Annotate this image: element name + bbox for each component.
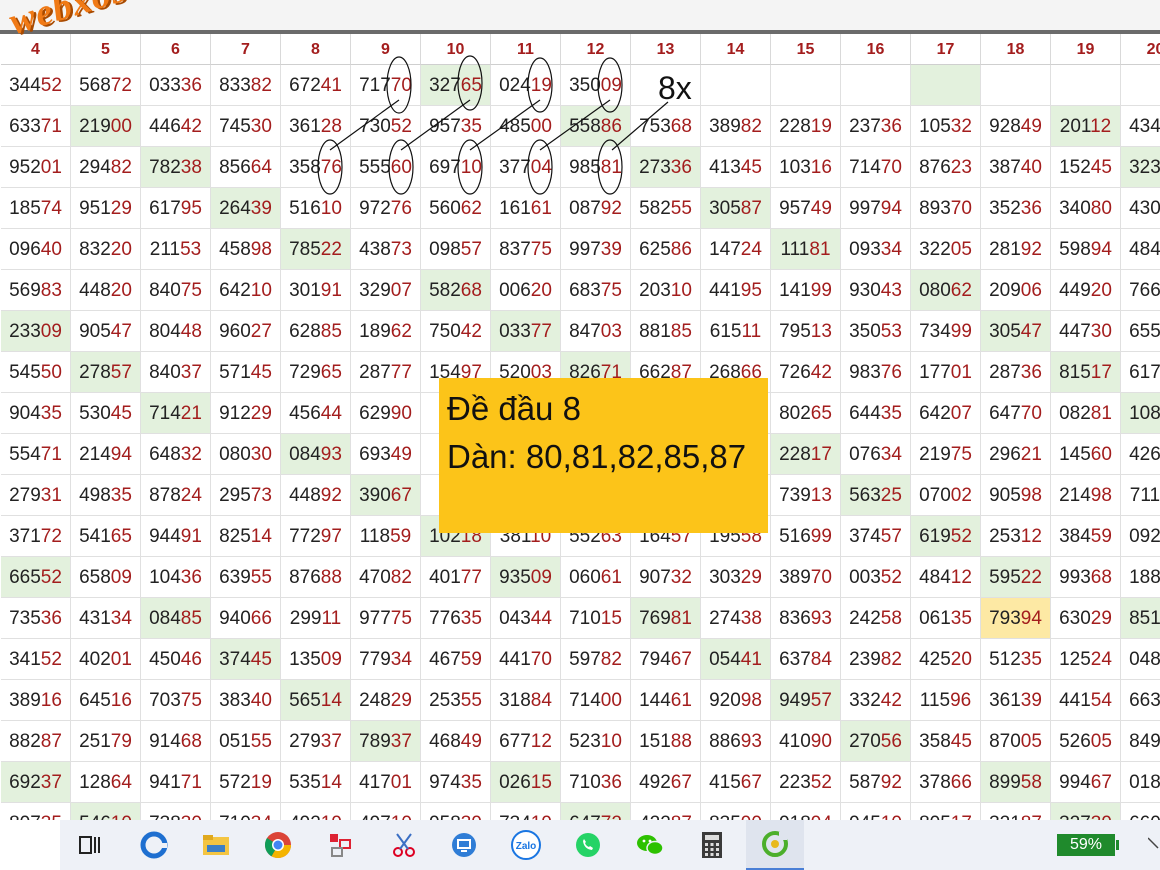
circle-mark (597, 139, 623, 195)
overflow-chevron-icon[interactable] (1148, 834, 1160, 856)
battery-tip (1116, 840, 1119, 850)
task-view-icon[interactable] (66, 820, 114, 870)
circle-mark (386, 56, 412, 114)
zalo-icon[interactable]: Zalo (502, 820, 550, 870)
red-app-icon[interactable] (316, 820, 364, 870)
diagonal-link (539, 99, 611, 151)
annotation-note: 8x (658, 70, 692, 106)
diagonal-link (469, 99, 541, 151)
battery-indicator: 59% (1057, 834, 1115, 856)
remote-desktop-icon[interactable] (440, 820, 488, 870)
circle-mark (527, 139, 553, 195)
file-explorer-icon[interactable] (192, 820, 240, 870)
wechat-icon[interactable] (626, 820, 674, 870)
prediction-popup: Đề đầu 8 Dàn: 80,81,82,85,87 (439, 378, 768, 533)
taskbar: Zalo 59% (0, 820, 1160, 870)
chrome-icon[interactable] (254, 820, 302, 870)
popup-set: Dàn: 80,81,82,85,87 (447, 438, 747, 475)
circle-mark (597, 57, 623, 113)
circle-mark (457, 139, 483, 195)
diagonal-link (611, 101, 669, 151)
circle-mark (457, 55, 483, 111)
edge-icon[interactable] (130, 820, 178, 870)
circle-mark (317, 139, 343, 195)
active-app-icon[interactable] (746, 820, 804, 870)
diagonal-link (400, 99, 471, 151)
diagonal-link (329, 99, 400, 151)
calculator-icon[interactable] (688, 820, 736, 870)
snipping-tool-icon[interactable] (380, 820, 428, 870)
popup-title: Đề đầu 8 (447, 390, 581, 427)
circle-mark (527, 57, 553, 113)
circle-mark (388, 139, 414, 195)
taskbar-search-area[interactable] (0, 820, 60, 870)
whatsapp-icon[interactable] (564, 820, 612, 870)
zalo-label: Zalo (516, 841, 537, 852)
